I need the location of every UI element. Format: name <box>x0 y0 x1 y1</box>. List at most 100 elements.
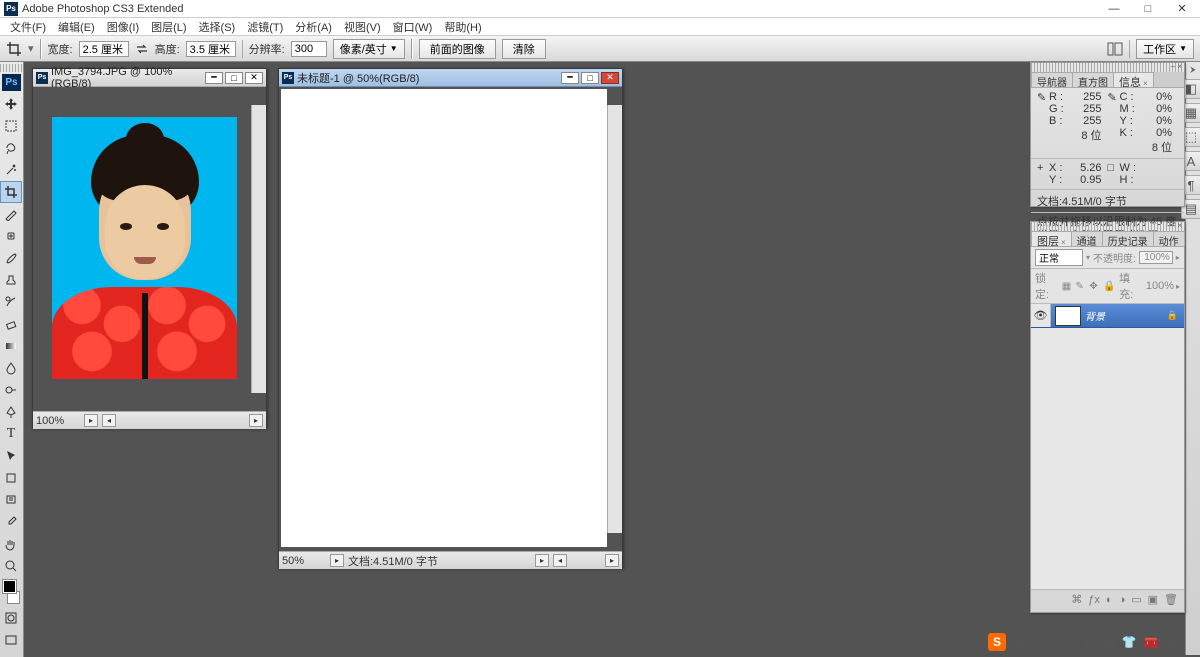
dock-expand-icon[interactable]: ⮞ <box>1190 65 1196 75</box>
ime-emoji-icon[interactable]: ☺ <box>1054 633 1072 651</box>
doc2-vscroll[interactable] <box>607 105 622 533</box>
swap-dimensions-icon[interactable] <box>135 42 149 56</box>
screenmode-toggle[interactable] <box>0 629 22 651</box>
layer-row[interactable]: 👁 背景 🔒 <box>1031 304 1184 328</box>
doc1-vscroll[interactable] <box>251 105 266 393</box>
lock-all-icon[interactable]: 🔒 <box>1103 281 1115 292</box>
color-swatches[interactable] <box>2 579 21 605</box>
menu-filter[interactable]: 滤镜(T) <box>241 19 289 35</box>
ime-sogou-icon[interactable]: S <box>988 633 1006 651</box>
doc2-close[interactable]: ✕ <box>601 72 619 84</box>
adjustment-layer-icon[interactable]: ◑ <box>1119 594 1126 606</box>
tab-layers[interactable]: 图层× <box>1031 231 1072 246</box>
delete-layer-icon[interactable]: 🗑 <box>1164 593 1178 606</box>
ime-skin-icon[interactable]: 👕 <box>1120 633 1138 651</box>
visibility-toggle[interactable]: 👁 <box>1031 304 1051 327</box>
doc2-hscroll-left[interactable]: ◂ <box>553 554 567 567</box>
resolution-unit-dropdown[interactable]: 像素/英寸▼ <box>333 39 405 59</box>
link-layers-icon[interactable]: ⌘ <box>1071 593 1082 606</box>
doc2-hscroll-right[interactable]: ▸ <box>605 554 619 567</box>
doc1-canvas[interactable] <box>52 117 237 379</box>
ime-punct-icon[interactable]: •, <box>1032 633 1050 651</box>
panel-collapse-icon[interactable]: – × <box>1171 62 1182 71</box>
doc2-info-menu[interactable]: ▸ <box>535 554 549 567</box>
opacity-input[interactable]: 100% <box>1139 251 1173 264</box>
layer-mask-icon[interactable]: ◐ <box>1106 594 1113 606</box>
layer-group-icon[interactable]: ▭ <box>1131 593 1141 606</box>
menu-select[interactable]: 选择(S) <box>193 19 242 35</box>
panel-collapse-icon[interactable]: – × <box>1171 221 1182 230</box>
tab-navigator[interactable]: 导航器 <box>1031 72 1073 87</box>
tab-channels[interactable]: 通道 <box>1071 231 1103 246</box>
height-input[interactable] <box>186 41 236 57</box>
stamp-tool[interactable] <box>0 269 22 291</box>
menu-layer[interactable]: 图层(L) <box>145 19 192 35</box>
crop-tool[interactable] <box>0 181 22 203</box>
eyedropper-tool[interactable] <box>0 511 22 533</box>
dodge-tool[interactable] <box>0 379 22 401</box>
move-tool[interactable] <box>0 93 22 115</box>
shape-tool[interactable] <box>0 467 22 489</box>
doc1-status-menu[interactable]: ▸ <box>84 414 98 427</box>
type-tool[interactable]: T <box>0 423 22 445</box>
ime-voice-icon[interactable]: 🎙 <box>1076 633 1094 651</box>
menu-edit[interactable]: 编辑(E) <box>52 19 101 35</box>
new-layer-icon[interactable]: ▣ <box>1148 593 1158 606</box>
menu-file[interactable]: 文件(F) <box>4 19 52 35</box>
lock-paint-icon[interactable]: ✎ <box>1076 281 1088 292</box>
zoom-tool[interactable] <box>0 555 22 577</box>
doc1-minimize[interactable]: ━ <box>205 72 223 84</box>
ime-keyboard-icon[interactable]: ⌨ <box>1098 633 1116 651</box>
menu-view[interactable]: 视图(V) <box>338 19 387 35</box>
doc1-maximize[interactable]: □ <box>225 72 243 84</box>
lock-position-icon[interactable]: ✥ <box>1089 281 1101 292</box>
ime-lang-toggle[interactable]: 英 <box>1010 633 1028 651</box>
doc2-zoom[interactable]: 50% <box>282 555 326 567</box>
doc2-maximize[interactable]: □ <box>581 72 599 84</box>
history-brush-tool[interactable] <box>0 291 22 313</box>
layer-fx-icon[interactable]: ƒx <box>1088 594 1100 606</box>
tab-history[interactable]: 历史记录 <box>1102 231 1154 246</box>
pen-tool[interactable] <box>0 401 22 423</box>
ime-toolbox-icon[interactable]: 🧰 <box>1142 633 1160 651</box>
tab-info[interactable]: 信息× <box>1113 72 1154 87</box>
doc2-status-menu[interactable]: ▸ <box>330 554 344 567</box>
hand-tool[interactable] <box>0 533 22 555</box>
menu-image[interactable]: 图像(I) <box>101 19 145 35</box>
fill-input[interactable]: 100% <box>1146 280 1174 292</box>
notes-tool[interactable] <box>0 489 22 511</box>
layer-name[interactable]: 背景 <box>1085 308 1167 323</box>
layer-thumbnail[interactable] <box>1055 306 1081 326</box>
menu-window[interactable]: 窗口(W) <box>387 19 439 35</box>
doc1-hscroll-left[interactable]: ◂ <box>102 414 116 427</box>
lasso-tool[interactable] <box>0 137 22 159</box>
tab-actions[interactable]: 动作 <box>1153 231 1185 246</box>
tab-histogram[interactable]: 直方图 <box>1072 72 1114 87</box>
layout-icon[interactable] <box>1107 41 1123 57</box>
workspace-dropdown[interactable]: 工作区▼ <box>1136 39 1194 59</box>
clear-button[interactable]: 清除 <box>502 39 546 59</box>
menu-analysis[interactable]: 分析(A) <box>289 19 338 35</box>
front-image-button[interactable]: 前面的图像 <box>419 39 496 59</box>
maximize-button[interactable]: □ <box>1134 2 1162 16</box>
doc2-minimize[interactable]: ━ <box>561 72 579 84</box>
doc2-canvas[interactable] <box>281 89 607 547</box>
crop-tool-icon[interactable] <box>6 41 22 57</box>
resolution-input[interactable] <box>291 41 327 57</box>
blur-tool[interactable] <box>0 357 22 379</box>
slice-tool[interactable] <box>0 203 22 225</box>
menu-help[interactable]: 帮助(H) <box>438 19 487 35</box>
quickmask-toggle[interactable] <box>0 607 22 629</box>
doc1-hscroll-right[interactable]: ▸ <box>249 414 263 427</box>
width-input[interactable] <box>79 41 129 57</box>
close-button[interactable]: ✕ <box>1168 2 1196 16</box>
path-select-tool[interactable] <box>0 445 22 467</box>
eraser-tool[interactable] <box>0 313 22 335</box>
gradient-tool[interactable] <box>0 335 22 357</box>
heal-tool[interactable] <box>0 225 22 247</box>
wand-tool[interactable] <box>0 159 22 181</box>
doc1-close[interactable]: ✕ <box>245 72 263 84</box>
ime-menu-icon[interactable]: ≡ <box>1164 633 1182 651</box>
brush-tool[interactable] <box>0 247 22 269</box>
blend-mode-select[interactable]: 正常 <box>1035 249 1083 266</box>
